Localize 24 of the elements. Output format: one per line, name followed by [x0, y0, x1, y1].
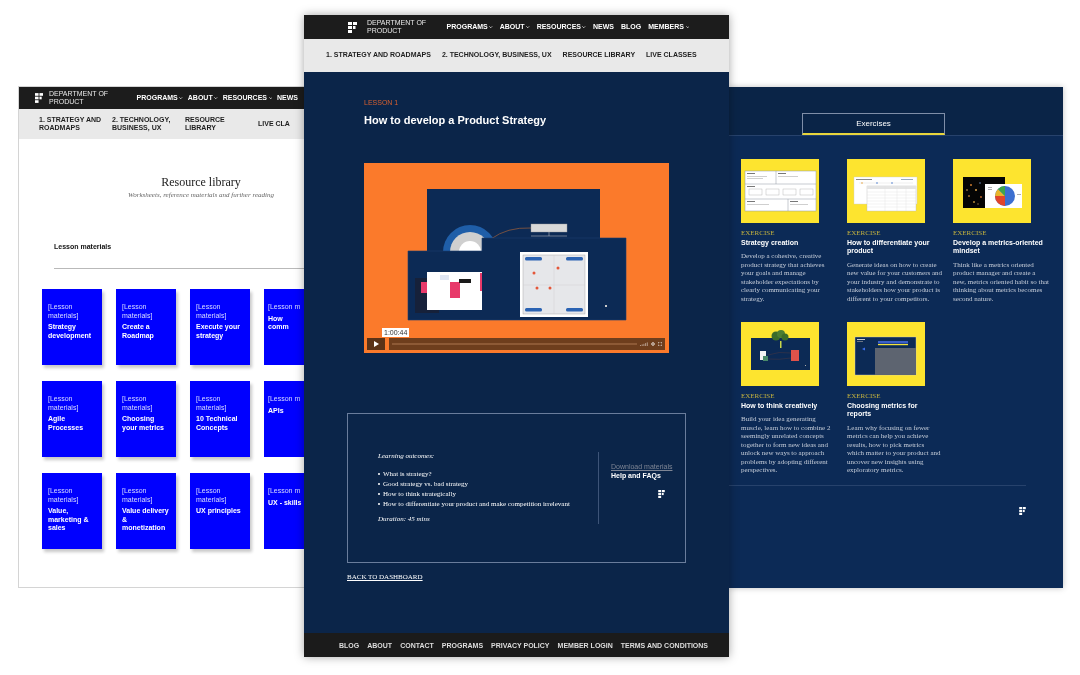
slide-thumbnail-drawing[interactable]	[741, 322, 819, 386]
photo-slide-thumbnail-drawing[interactable]	[847, 322, 925, 386]
caret-icon	[526, 25, 530, 29]
caret-icon	[179, 96, 183, 100]
table-thumbnail-drawing[interactable]	[847, 159, 925, 223]
settings-icon[interactable]	[651, 342, 655, 346]
logo-icon[interactable]	[35, 93, 43, 103]
section-tab[interactable]: Exercises	[802, 113, 945, 135]
page-title: Resource library	[161, 175, 241, 189]
caret-icon	[268, 96, 272, 100]
logo-icon	[1019, 507, 1026, 515]
play-icon	[373, 341, 379, 347]
play-button[interactable]	[367, 338, 385, 350]
worksheet-thumbnail-drawing[interactable]	[741, 159, 819, 223]
volume-icon[interactable]	[640, 342, 648, 346]
caret-icon	[489, 25, 493, 29]
caret-icon	[214, 96, 218, 100]
logo-icon[interactable]	[348, 21, 357, 33]
fullscreen-icon[interactable]	[658, 342, 662, 346]
caret-icon	[582, 25, 586, 29]
lesson-title: How to develop a Product Strategy	[364, 113, 547, 127]
caret-icon	[685, 25, 689, 29]
logo-icon	[658, 490, 665, 498]
pie-chart-thumbnail-drawing[interactable]	[953, 159, 1031, 223]
